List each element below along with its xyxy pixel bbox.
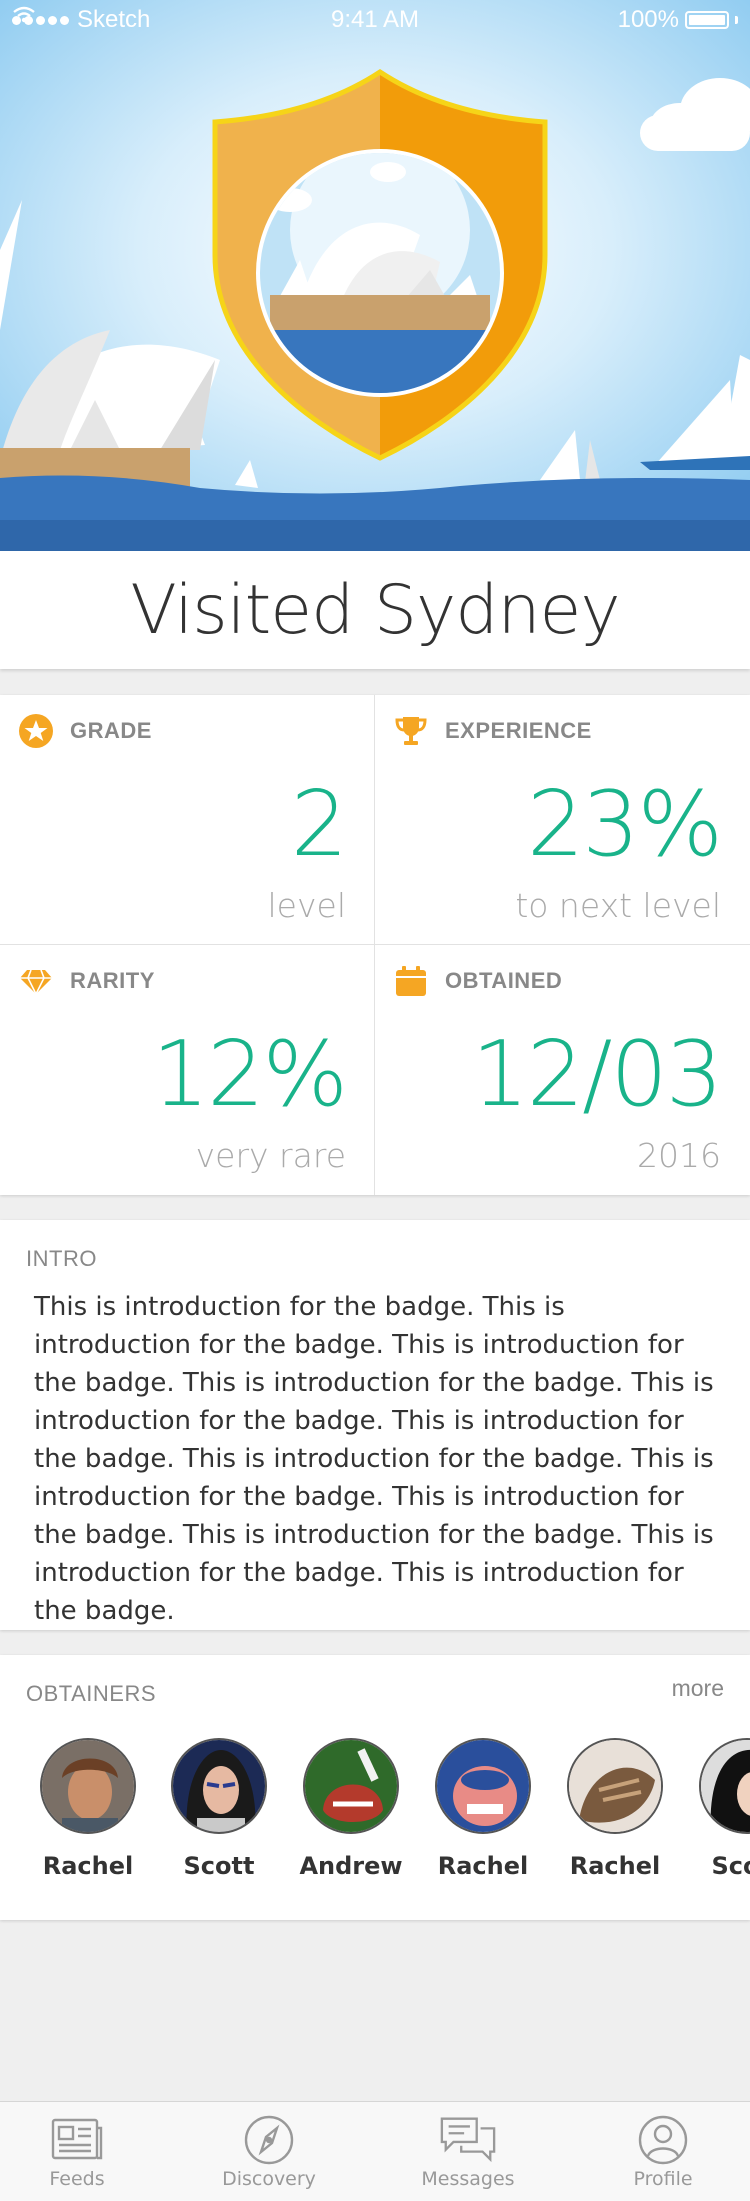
stat-subtext: to next level xyxy=(515,886,721,925)
intro-text: This is introduction for the badge. This… xyxy=(34,1292,714,1626)
obtainer-item[interactable]: Rachel xyxy=(428,1738,538,1880)
stat-value: 12/03 xyxy=(471,1022,723,1127)
obtainer-name: Rachel xyxy=(437,1852,529,1880)
obtainers-section: OBTAINERS more Rachel Scott Andrew Rache… xyxy=(0,1655,750,1920)
tab-bar: Feeds Discovery Messages Profile xyxy=(0,2101,750,2201)
sydney-illustration xyxy=(0,0,750,551)
avatar xyxy=(40,1738,136,1834)
compass-icon xyxy=(239,2114,299,2166)
stat-experience: EXPERIENCE 23% to next level xyxy=(375,695,749,945)
tab-label: Profile xyxy=(633,2168,693,2190)
battery-icon xyxy=(685,11,729,29)
badge-hero: Sketch 9:41 AM 100% xyxy=(0,0,750,551)
avatar xyxy=(303,1738,399,1834)
badge-stats: GRADE 2 level EXPERIENCE 23% to next lev… xyxy=(0,695,750,1195)
obtainer-item[interactable]: Andrew xyxy=(296,1738,406,1880)
intro-section: INTRO This is introduction for the badge… xyxy=(0,1220,750,1630)
tab-label: Discovery xyxy=(222,2168,316,2190)
obtainer-name: Rachel xyxy=(569,1852,661,1880)
badge-title-card: Visited Sydney xyxy=(0,551,750,669)
stat-label: RARITY xyxy=(70,968,155,993)
avatar xyxy=(699,1738,750,1834)
status-right: 100% xyxy=(618,6,738,34)
tab-label: Messages xyxy=(421,2168,515,2190)
avatar xyxy=(567,1738,663,1834)
obtainer-item[interactable]: Rachel xyxy=(560,1738,670,1880)
stat-subtext: level xyxy=(267,886,346,925)
calendar-icon xyxy=(393,963,429,999)
messages-icon xyxy=(438,2114,498,2166)
stat-obtained: OBTAINED 12/03 2016 xyxy=(375,945,749,1195)
diamond-icon xyxy=(18,963,54,999)
obtainer-item[interactable]: Scott xyxy=(164,1738,274,1880)
more-link[interactable]: more xyxy=(672,1675,724,1702)
obtainer-name: Rachel xyxy=(42,1852,134,1880)
profile-icon xyxy=(633,2114,693,2166)
tab-profile[interactable]: Profile xyxy=(588,2114,738,2190)
stat-grade: GRADE 2 level xyxy=(0,695,374,945)
stat-value: 12% xyxy=(151,1022,348,1127)
feeds-icon xyxy=(47,2114,107,2166)
stat-label: OBTAINED xyxy=(445,968,563,993)
tab-feeds[interactable]: Feeds xyxy=(2,2114,152,2190)
stat-value: 2 xyxy=(290,772,348,877)
trophy-icon xyxy=(393,713,429,749)
obtainer-item[interactable]: Rachel xyxy=(33,1738,143,1880)
battery-percent: 100% xyxy=(617,6,679,33)
obtainers-label: OBTAINERS xyxy=(26,1681,157,1706)
stat-value: 23% xyxy=(526,772,723,877)
status-bar: Sketch 9:41 AM 100% xyxy=(0,0,750,40)
stat-rarity: RARITY 12% very rare xyxy=(0,945,374,1195)
tab-messages[interactable]: Messages xyxy=(393,2114,543,2190)
obtainer-name: Scott xyxy=(711,1852,750,1880)
tab-discovery[interactable]: Discovery xyxy=(194,2114,344,2190)
intro-label: INTRO xyxy=(26,1246,97,1271)
star-icon xyxy=(18,713,54,749)
avatar xyxy=(171,1738,267,1834)
battery-tip xyxy=(735,16,738,24)
obtainer-item[interactable]: Scott xyxy=(692,1738,750,1880)
stat-subtext: very rare xyxy=(195,1136,346,1175)
stat-label: GRADE xyxy=(70,718,152,743)
obtainer-name: Scott xyxy=(183,1852,255,1880)
tab-label: Feeds xyxy=(49,2168,105,2190)
stat-subtext: 2016 xyxy=(637,1136,721,1175)
stat-label: EXPERIENCE xyxy=(445,718,592,743)
obtainer-name: Andrew xyxy=(299,1852,403,1880)
avatar xyxy=(435,1738,531,1834)
badge-title: Visited Sydney xyxy=(130,570,620,650)
